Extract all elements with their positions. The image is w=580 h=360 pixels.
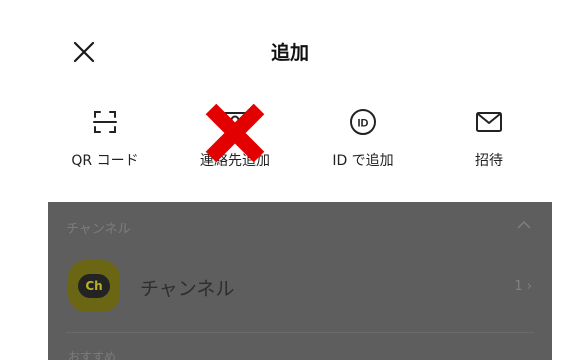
channel-count: 1 › [514, 279, 532, 294]
channel-count-value: 1 [514, 279, 523, 294]
channel-row[interactable]: Ch チャンネル 1 › [48, 254, 552, 318]
red-x-mark [205, 103, 265, 163]
envelope-icon [476, 112, 502, 132]
chevron-up-icon[interactable] [516, 220, 532, 230]
channel-badge: Ch [78, 274, 110, 298]
channel-section-title: チャンネル [66, 222, 131, 237]
id-icon: ID [350, 109, 376, 135]
qr-scan-icon [93, 111, 117, 133]
next-section-title: おすすめ [68, 350, 117, 360]
id-add-label: ID で追加 [332, 153, 394, 169]
id-add-button[interactable]: ID ID で追加 [308, 100, 418, 180]
channel-avatar: Ch [68, 260, 120, 312]
page-title: 追加 [270, 42, 309, 64]
svg-text:ID: ID [358, 118, 369, 130]
channel-label: チャンネル [140, 278, 235, 300]
invite-button[interactable]: 招待 [434, 100, 544, 180]
chevron-right-icon: › [526, 279, 532, 294]
add-options-row: QR コード 連絡先追加 ID ID で追加 招待 [0, 100, 580, 180]
invite-label: 招待 [475, 153, 503, 169]
qr-code-button[interactable]: QR コード [50, 100, 160, 180]
dimmed-overlay: チャンネル Ch チャンネル 1 › おすすめ [48, 202, 552, 360]
qr-code-label: QR コード [71, 153, 139, 169]
divider [66, 332, 534, 333]
